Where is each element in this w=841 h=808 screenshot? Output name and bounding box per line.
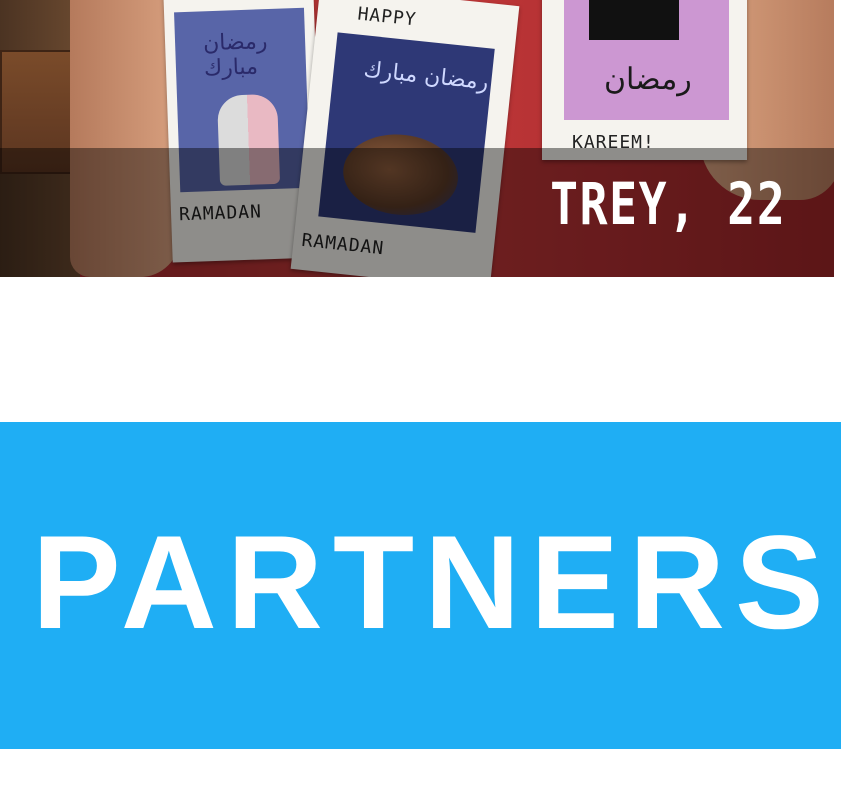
photo-caption: TREY, 22 bbox=[549, 170, 786, 238]
card-3-illustration: رمضان bbox=[564, 0, 729, 120]
card-2-top-text: HAPPY bbox=[356, 3, 418, 31]
card-2-arabic-text: رمضان مبارك bbox=[362, 57, 490, 96]
partners-heading: PARTNERS bbox=[32, 509, 834, 657]
partners-banner: PARTNERS bbox=[0, 422, 841, 749]
hero-photo: رمضان مبارك RAMADAN HAPPY رمضان مبارك RA… bbox=[0, 0, 834, 277]
greeting-card-3: رمضان KAREEM! bbox=[542, 0, 747, 160]
mosque-icon bbox=[589, 0, 679, 40]
card-3-arabic-text: رمضان bbox=[604, 62, 692, 97]
card-1-arabic-text: رمضان مبارك bbox=[202, 29, 268, 82]
